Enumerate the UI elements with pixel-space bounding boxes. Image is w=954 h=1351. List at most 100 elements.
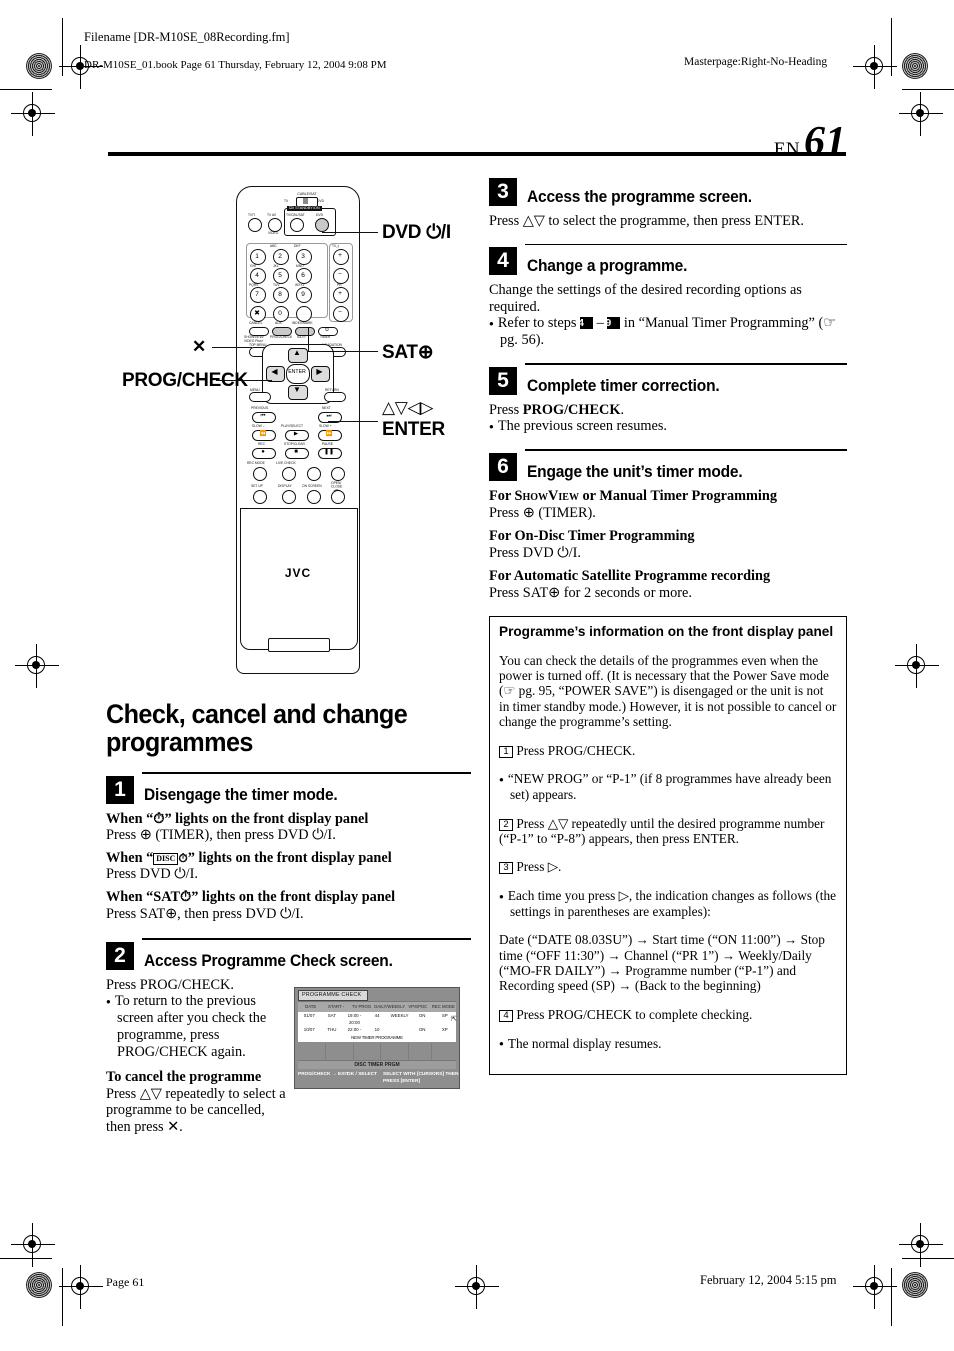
- step6-body: For ShowView or Manual Timer Programming…: [489, 488, 847, 602]
- step6-case3-body: Press SAT⊕ for 2 seconds or more.: [489, 584, 692, 601]
- osd-new-programme-row[interactable]: NEW TIMER PROGRAMME: [298, 1034, 456, 1042]
- prog-check-bold: PROG/CHECK: [522, 401, 621, 418]
- osd-col-repeat: DAILY/WEEKLY: [374, 1004, 406, 1009]
- tv-volume-down-glyph: −: [338, 271, 342, 278]
- next-icon: ⏭: [326, 413, 332, 419]
- step6-number: 6: [489, 452, 517, 481]
- display-button[interactable]: [282, 490, 296, 504]
- next-label: NEXT: [322, 406, 331, 410]
- cell-repeat: WEEKLY: [390, 1013, 409, 1018]
- step6-case2-body: Press DVD ⏻/I.: [489, 544, 581, 561]
- step6-case2-heading: For On-Disc Timer Programming: [489, 528, 695, 545]
- cursor-down-icon: ▼: [293, 385, 301, 394]
- registration-mark-ml: [15, 644, 59, 688]
- info-box-title: Programme’s information on the front dis…: [499, 623, 834, 639]
- skip-back-button[interactable]: [307, 467, 321, 481]
- crop-line-bottom-right: [891, 1268, 892, 1326]
- step4-title: Change a programme.: [527, 257, 688, 276]
- live-check-button[interactable]: [282, 467, 296, 481]
- setup-button[interactable]: [253, 490, 267, 504]
- callout-line-enter: [328, 421, 378, 423]
- dvd-power-button[interactable]: [315, 218, 329, 232]
- table-row[interactable]: 01/07 SAT 19:00 - 20:00 44 WEEKLY ON SP: [298, 1012, 456, 1026]
- crop-line-upper-left: [0, 89, 52, 90]
- pr-down-glyph: −: [338, 309, 342, 316]
- step1-header: 1 Disengage the timer mode.: [106, 775, 471, 804]
- step6-case1-body: Press ⊕ (TIMER).: [489, 504, 596, 521]
- remote-control-illustration: CABLE/SAT TV DVD ⏻/I STANDBY/ON TV/CBL/S…: [236, 186, 360, 674]
- key-4-letters: GHI: [250, 264, 256, 268]
- density-patch-bl: [26, 1272, 52, 1298]
- footer-page-label: Page 61: [106, 1275, 145, 1289]
- step1-case3-heading: When “SAT⏱” lights on the front display …: [106, 888, 396, 905]
- right-column: 3 Access the programme screen. Press △▽ …: [489, 176, 847, 1075]
- step2-bullet: To return to the previous screen after y…: [106, 993, 288, 1060]
- registration-mark-br2: [853, 1265, 897, 1309]
- step6-rule: [525, 449, 847, 451]
- step2-header: 2 Access Programme Check screen.: [106, 941, 471, 970]
- step1-rule: [142, 772, 471, 774]
- video-label: VIDEO: [268, 231, 279, 235]
- callout-line-prog: [216, 380, 272, 382]
- step1-case2-heading: When “DISC ⏱” lights on the front display…: [106, 849, 392, 866]
- key-0-label: 0: [278, 310, 282, 317]
- key-7-label: 7: [255, 291, 259, 298]
- tv-av-button[interactable]: [268, 218, 282, 232]
- cursor-up-icon: ▲: [293, 348, 301, 357]
- step4-text: Change the settings of the desired recor…: [489, 282, 802, 315]
- remote-bottom-tab: [268, 638, 330, 652]
- crop-line-lower-left: [0, 1258, 52, 1259]
- cable-sat-label: CABLE/SAT: [297, 192, 317, 196]
- on-screen-button[interactable]: [307, 490, 321, 504]
- menu-label: MENU: [250, 388, 260, 392]
- crop-line-top-right: [891, 18, 892, 76]
- cancel-label: CANCEL: [249, 321, 263, 325]
- callout-vline-sat: [308, 327, 310, 352]
- osd-cursor-icon: ⇱: [451, 1016, 457, 1023]
- step4-number: 4: [489, 247, 517, 276]
- skip-forward-button[interactable]: [331, 467, 345, 481]
- info-step-1: 1 Press PROG/CHECK.: [499, 743, 837, 758]
- cell-vps: ON: [418, 1013, 426, 1018]
- pause-icon: ❚❚: [323, 449, 335, 455]
- tv-cbl-sat-power-button[interactable]: [290, 218, 304, 232]
- cursor-right-icon: ▶: [316, 367, 323, 376]
- enter-label: ENTER: [288, 369, 306, 375]
- step5-rule: [525, 363, 847, 365]
- step2-number: 2: [106, 941, 134, 970]
- switch-knob[interactable]: [303, 198, 308, 204]
- filename-text: Filename [DR-M10SE_08Recording.fm]: [84, 30, 290, 44]
- info-num-3: 3: [499, 862, 513, 875]
- locale-code: EN: [773, 139, 800, 160]
- step5-number: 5: [489, 366, 517, 395]
- step5-text: Press PROG/CHECK.: [489, 401, 625, 418]
- previous-icon: ⏮: [260, 413, 266, 419]
- step4-rule: [525, 243, 847, 246]
- step4-header: 4 Change a programme.: [489, 247, 847, 276]
- menu-button[interactable]: [249, 392, 271, 402]
- osd-tab-label: PROGRAMME CHECK: [298, 990, 369, 1001]
- step2-cancel-heading: To cancel the programme: [106, 1069, 262, 1086]
- info-box-intro: You can check the details of the program…: [499, 652, 837, 729]
- crop-line-bottom-left: [62, 1268, 63, 1326]
- info-step-2: 2 Press △▽ repeatedly until the desired …: [499, 815, 825, 846]
- return-label: RETURN: [325, 388, 339, 392]
- standby-on-label: ⏻/I STANDBY/ON: [287, 206, 322, 211]
- tv-mute-button[interactable]: [248, 218, 262, 232]
- osd-col-recmode: REC MODE: [431, 1004, 455, 1009]
- dvd-power-label: DVD: [316, 213, 323, 217]
- on-screen-label: ON SCREEN: [302, 484, 322, 488]
- slow-plus-label: SLOW +: [319, 424, 332, 428]
- rec-mode-button[interactable]: [253, 467, 267, 481]
- step5-bullet: The previous screen resumes.: [489, 418, 847, 435]
- osd-col-tvprog: TV PROG: [351, 1004, 372, 1009]
- live-check-label: LIVE CHECK: [276, 461, 296, 465]
- pause-label: PAUSE: [322, 442, 333, 446]
- display-label: DISPLAY: [278, 484, 292, 488]
- step3-text: Press △▽ to select the programme, then p…: [489, 213, 805, 229]
- crop-line-upper-right: [902, 89, 954, 90]
- step1-case3-body: Press SAT⊕, then press DVD ⏻/I.: [106, 905, 304, 922]
- slow-minus-label: SLOW –: [252, 424, 265, 428]
- index-mark-button[interactable]: [296, 306, 312, 322]
- return-button[interactable]: [324, 392, 346, 402]
